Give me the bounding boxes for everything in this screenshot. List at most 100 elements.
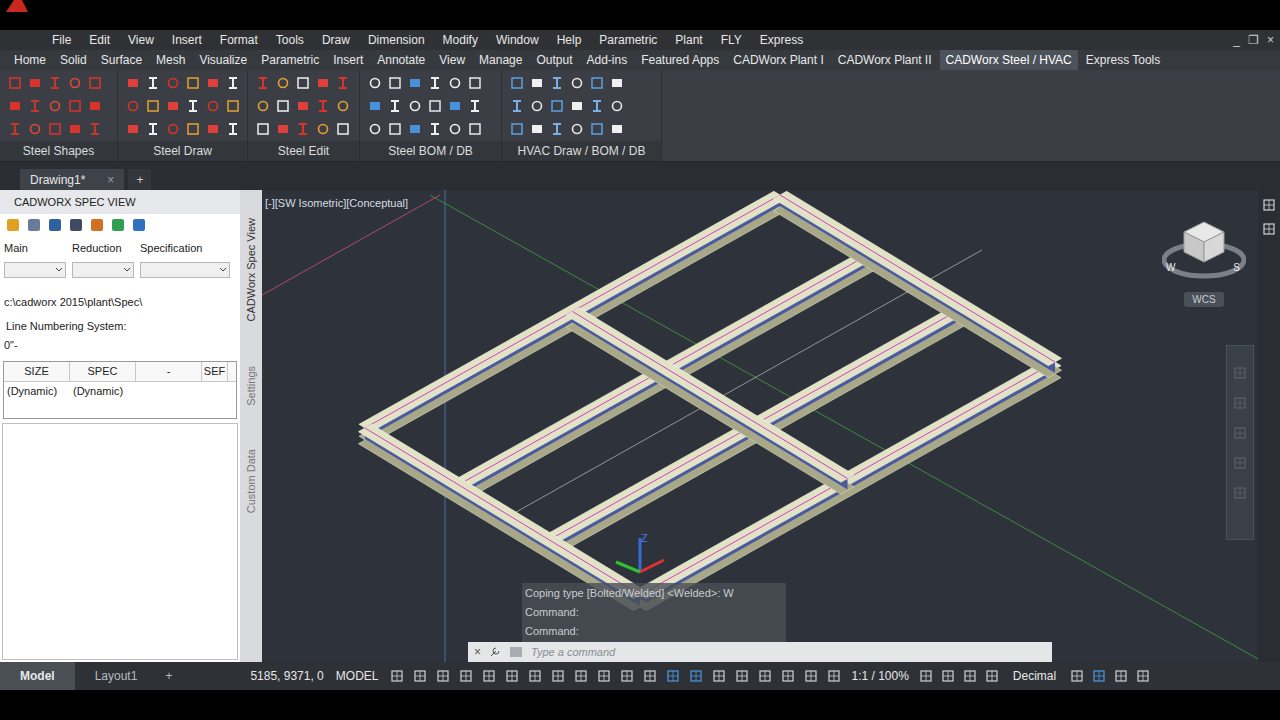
status-toggle-icon[interactable] <box>436 669 450 683</box>
status-toggle-icon[interactable] <box>804 669 818 683</box>
palette-tool-icon[interactable] <box>132 218 146 232</box>
window-control[interactable]: _ <box>1233 31 1240 49</box>
status-tool-icon[interactable] <box>963 669 977 683</box>
side-tab[interactable]: Settings <box>243 366 260 406</box>
status-toggle-icon[interactable] <box>551 669 565 683</box>
status-toggle-icon[interactable] <box>390 669 404 683</box>
menu-item[interactable]: Dimension <box>368 31 425 49</box>
status-tool-icon[interactable] <box>941 669 955 683</box>
tool-icon[interactable] <box>530 76 544 90</box>
tool-icon[interactable] <box>276 99 290 113</box>
status-tool-icon[interactable] <box>919 669 933 683</box>
tool-icon[interactable] <box>388 122 402 136</box>
tool-icon[interactable] <box>166 99 180 113</box>
tool-icon[interactable] <box>316 122 330 136</box>
tool-icon[interactable] <box>448 76 462 90</box>
tool-icon[interactable] <box>570 76 584 90</box>
nav-tool-icon[interactable] <box>1233 426 1247 440</box>
tool-icon[interactable] <box>226 76 240 90</box>
tool-icon[interactable] <box>316 99 330 113</box>
ribbon-tab[interactable]: View <box>433 50 471 70</box>
palette-tool-icon[interactable] <box>69 218 83 232</box>
status-toggle-icon[interactable] <box>827 669 841 683</box>
ribbon-tab[interactable]: Parametric <box>255 50 325 70</box>
nav-tool-icon[interactable] <box>1233 486 1247 500</box>
window-control[interactable]: × <box>1267 31 1274 49</box>
status-toggle-icon[interactable] <box>781 669 795 683</box>
palette-tool-icon[interactable] <box>6 218 20 232</box>
menu-item[interactable]: Format <box>220 31 258 49</box>
tool-icon[interactable] <box>126 122 140 136</box>
status-toggle-icon[interactable] <box>666 669 680 683</box>
tool-icon[interactable] <box>388 76 402 90</box>
tool-icon[interactable] <box>256 122 270 136</box>
units-button[interactable]: Decimal <box>1013 667 1056 685</box>
status-toggle-icon[interactable] <box>735 669 749 683</box>
tool-icon[interactable] <box>146 99 160 113</box>
ribbon-tab[interactable]: Insert <box>327 50 369 70</box>
tool-icon[interactable] <box>550 76 564 90</box>
ribbon-panel-label[interactable]: Steel Shapes <box>0 141 117 161</box>
command-input[interactable]: Type a command <box>531 644 1046 661</box>
status-tool-icon[interactable] <box>1114 669 1128 683</box>
tool-icon[interactable] <box>468 122 482 136</box>
tool-icon[interactable] <box>408 76 422 90</box>
app-logo-icon[interactable] <box>4 0 30 12</box>
palette-icon[interactable] <box>1262 222 1276 236</box>
tool-icon[interactable] <box>336 122 350 136</box>
tool-icon[interactable] <box>88 99 102 113</box>
table-column-header[interactable]: SEF <box>202 362 228 381</box>
viewport[interactable]: Z[-][SW Isometric][Conceptual]WSWCSCopin… <box>262 190 1258 662</box>
ribbon-tab[interactable]: CADWorx Plant I <box>727 50 829 70</box>
tool-icon[interactable] <box>296 122 310 136</box>
menu-item[interactable]: Tools <box>276 31 304 49</box>
tool-icon[interactable] <box>448 99 462 113</box>
tool-icon[interactable] <box>206 122 220 136</box>
steel-beam[interactable] <box>543 303 970 555</box>
layout-tab[interactable]: Model <box>0 662 75 690</box>
menu-item[interactable]: Parametric <box>599 31 657 49</box>
tool-icon[interactable] <box>590 76 604 90</box>
tool-icon[interactable] <box>8 122 22 136</box>
tool-icon[interactable] <box>510 122 524 136</box>
status-toggle-icon[interactable] <box>413 669 427 683</box>
tool-icon[interactable] <box>296 99 310 113</box>
ribbon-panel-label[interactable]: Steel Edit <box>248 141 359 161</box>
tool-icon[interactable] <box>126 76 140 90</box>
tool-icon[interactable] <box>296 76 310 90</box>
ribbon-tab[interactable]: Visualize <box>193 50 253 70</box>
tool-icon[interactable] <box>146 76 160 90</box>
status-tool-icon[interactable] <box>1070 669 1084 683</box>
tool-icon[interactable] <box>28 99 42 113</box>
menu-item[interactable]: FLY <box>721 31 742 49</box>
status-toggle-icon[interactable] <box>758 669 772 683</box>
tool-icon[interactable] <box>316 76 330 90</box>
wcs-button[interactable]: WCS <box>1184 292 1223 307</box>
tool-icon[interactable] <box>88 122 102 136</box>
tool-icon[interactable] <box>276 122 290 136</box>
status-toggle-icon[interactable] <box>620 669 634 683</box>
tool-icon[interactable] <box>368 76 382 90</box>
tool-icon[interactable] <box>206 99 220 113</box>
tool-icon[interactable] <box>368 99 382 113</box>
tool-icon[interactable] <box>590 122 604 136</box>
palette-tool-icon[interactable] <box>90 218 104 232</box>
close-command-button[interactable]: × <box>474 643 481 661</box>
tool-icon[interactable] <box>428 76 442 90</box>
tool-icon[interactable] <box>68 122 82 136</box>
tool-icon[interactable] <box>428 122 442 136</box>
tool-icon[interactable] <box>610 76 624 90</box>
tool-icon[interactable] <box>186 76 200 90</box>
tool-icon[interactable] <box>48 76 62 90</box>
ribbon-tab[interactable]: CADWorx Steel / HVAC <box>940 50 1078 70</box>
wrench-icon[interactable] <box>489 646 501 658</box>
palette-icon[interactable] <box>1262 198 1276 212</box>
tool-icon[interactable] <box>126 99 140 113</box>
status-toggle-icon[interactable] <box>528 669 542 683</box>
tool-icon[interactable] <box>550 122 564 136</box>
tool-icon[interactable] <box>510 76 524 90</box>
ribbon-tab[interactable]: Add-ins <box>581 50 634 70</box>
compass-label[interactable]: W <box>1166 260 1175 275</box>
status-toggle-icon[interactable] <box>643 669 657 683</box>
tool-icon[interactable] <box>28 122 42 136</box>
